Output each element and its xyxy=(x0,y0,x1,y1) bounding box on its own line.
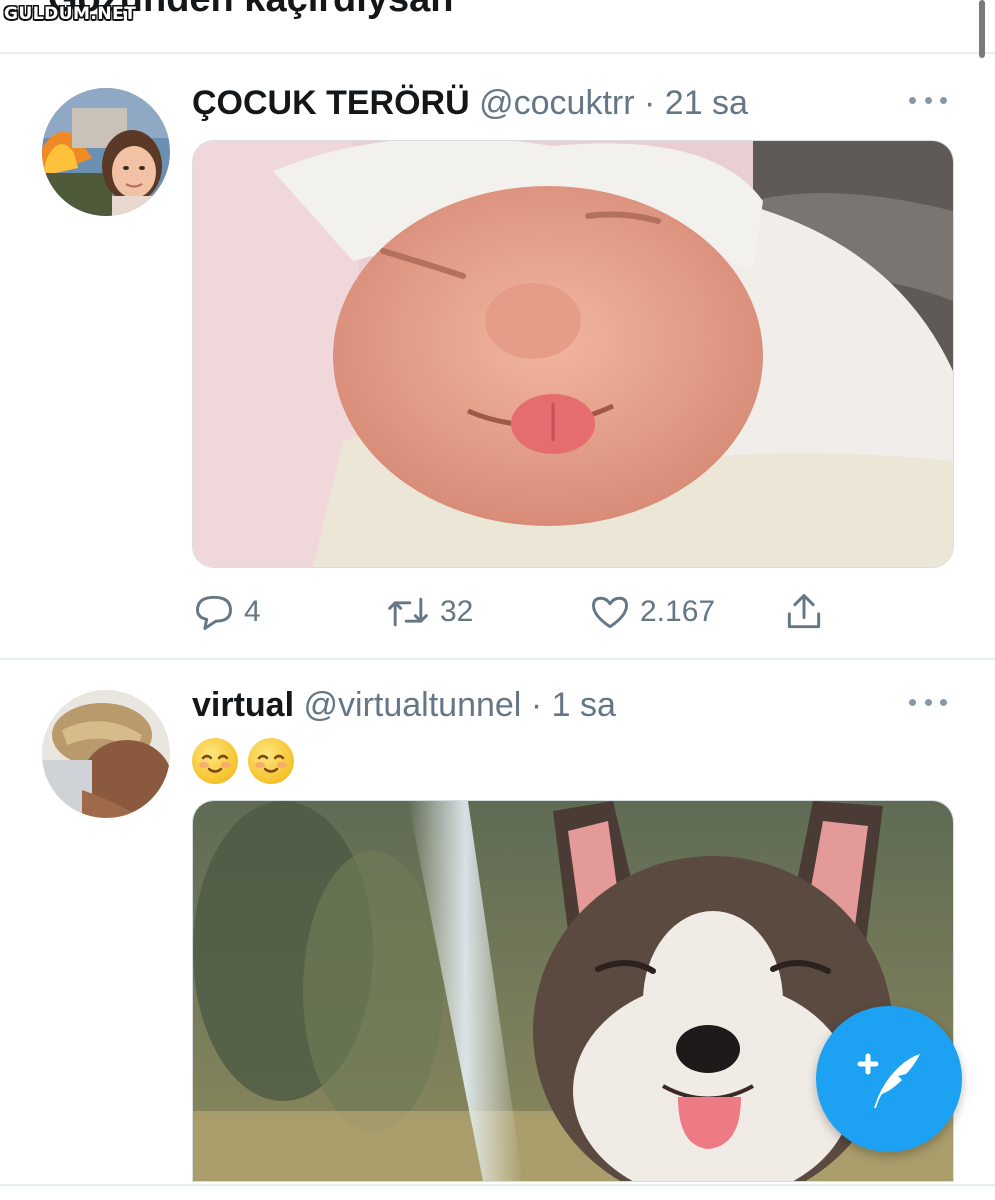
retweet-button[interactable]: 32 xyxy=(384,590,473,634)
scrollbar[interactable] xyxy=(979,0,985,58)
avatar-image xyxy=(42,690,170,818)
baby-photo xyxy=(193,141,953,567)
more-options-icon[interactable] xyxy=(909,692,947,712)
bottom-divider xyxy=(0,1184,995,1186)
compose-tweet-icon xyxy=(857,1053,920,1108)
tweet-time[interactable]: 21 sa xyxy=(665,84,748,122)
avatar-image xyxy=(42,88,170,216)
user-name[interactable]: ÇOCUK TERÖRÜ xyxy=(192,84,470,122)
share-icon xyxy=(787,594,821,629)
relieved-face-emoji xyxy=(248,738,294,784)
relieved-face-emoji xyxy=(192,738,238,784)
avatar[interactable] xyxy=(42,88,170,216)
tweet[interactable]: ÇOCUK TERÖRÜ @cocuktrr · 21 sa 4 32 2.16… xyxy=(0,60,995,660)
separator-dot: · xyxy=(644,84,656,122)
user-handle[interactable]: @cocuktrr xyxy=(479,84,634,122)
user-handle[interactable]: @virtualtunnel xyxy=(304,686,522,724)
reply-button[interactable]: 4 xyxy=(192,590,261,634)
avatar[interactable] xyxy=(42,690,170,818)
compose-tweet-button[interactable] xyxy=(816,1006,962,1152)
separator-dot: · xyxy=(530,686,543,724)
heart-icon xyxy=(592,596,628,629)
retweet-icon xyxy=(388,597,428,627)
reply-icon xyxy=(196,595,232,630)
tweet-text xyxy=(192,738,294,784)
watermark: GULDUM.NET xyxy=(4,4,137,24)
like-button[interactable]: 2.167 xyxy=(588,590,715,634)
user-name[interactable]: virtual xyxy=(192,686,294,724)
tweet-header: ÇOCUK TERÖRÜ @cocuktrr · 21 sa xyxy=(192,84,748,123)
retweet-count: 32 xyxy=(440,595,474,628)
tweet-header: virtual @virtualtunnel · 1 sa xyxy=(192,686,616,725)
tweet-time[interactable]: 1 sa xyxy=(552,686,616,724)
timeline-header: Gözünden kaçırdıysan xyxy=(0,0,995,54)
reply-count: 4 xyxy=(244,595,261,628)
tweet-actions: 4 32 2.167 xyxy=(192,590,872,636)
share-button[interactable] xyxy=(782,590,826,634)
tweet-media[interactable] xyxy=(192,140,954,568)
more-options-icon[interactable] xyxy=(909,90,947,110)
like-count: 2.167 xyxy=(640,595,716,628)
